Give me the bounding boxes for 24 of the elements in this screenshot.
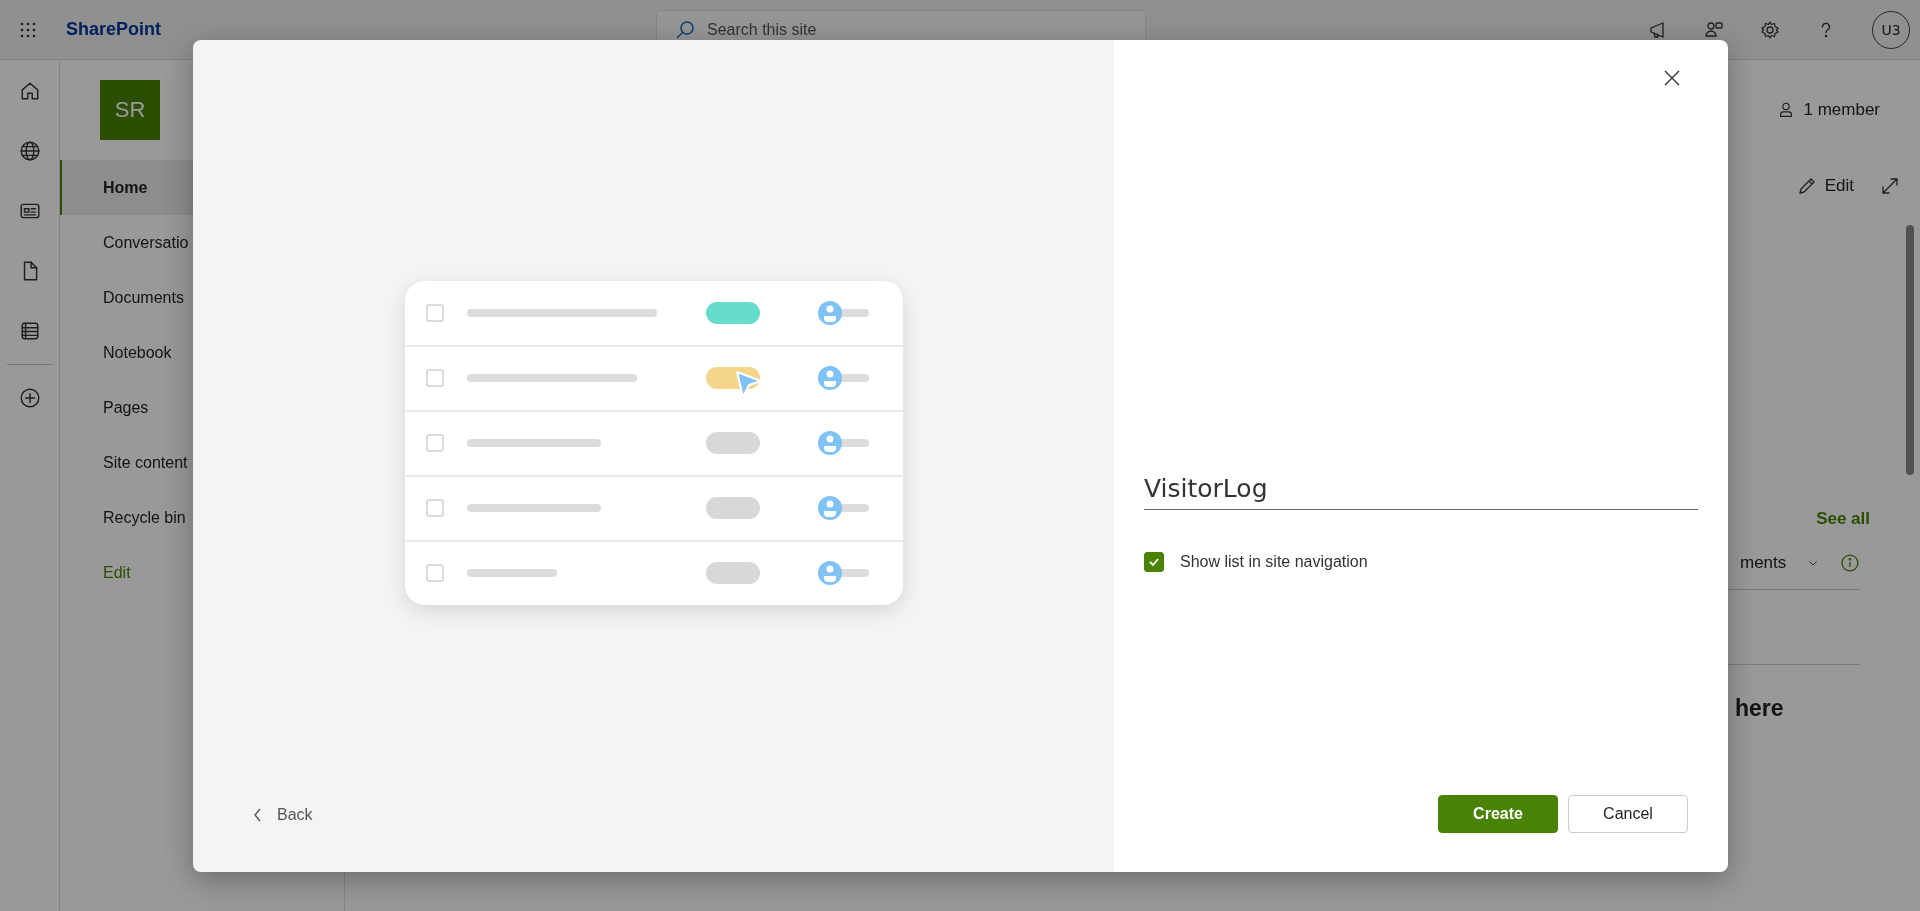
section-heading: here — [1734, 695, 1785, 722]
settings-icon[interactable] — [1760, 19, 1780, 40]
add-icon[interactable] — [18, 387, 41, 409]
check-icon — [1148, 556, 1160, 568]
edit-button[interactable]: Edit — [1824, 176, 1854, 196]
pencil-icon[interactable] — [1796, 176, 1817, 196]
checkbox-label[interactable]: Show list in site navigation — [1180, 553, 1368, 571]
people-icon[interactable] — [1704, 19, 1724, 40]
globe-icon[interactable] — [18, 140, 41, 162]
site-logo[interactable]: SR — [100, 80, 160, 140]
search-icon — [675, 19, 696, 40]
cancel-button[interactable]: Cancel — [1568, 795, 1688, 833]
member-count[interactable]: 1 member — [1803, 100, 1880, 120]
app-name[interactable]: SharePoint — [66, 19, 162, 40]
scrollbar-thumb[interactable] — [1906, 225, 1914, 475]
checkbox[interactable] — [1144, 552, 1164, 572]
info-icon[interactable] — [1840, 553, 1860, 573]
filter-dropdown[interactable]: ments — [1740, 553, 1787, 573]
chevron-left-icon — [253, 808, 263, 822]
expand-icon[interactable] — [1880, 176, 1900, 196]
create-button[interactable]: Create — [1438, 795, 1558, 833]
list-name-field[interactable]: VisitorLog — [1144, 468, 1698, 510]
see-all-link[interactable]: See all — [1816, 509, 1870, 529]
back-button[interactable]: Back — [253, 806, 313, 824]
